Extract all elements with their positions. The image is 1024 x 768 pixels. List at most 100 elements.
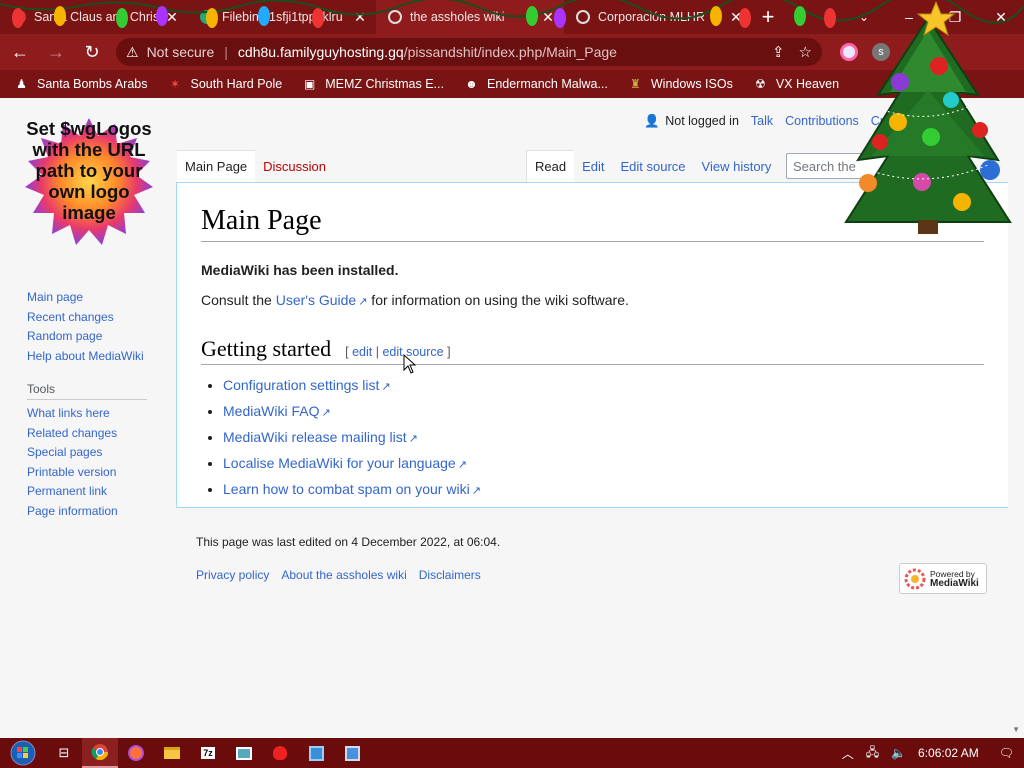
reload-button[interactable]: ↻	[76, 36, 108, 68]
talk-link[interactable]: Talk	[751, 114, 773, 129]
close-icon[interactable]: ✕	[352, 9, 368, 26]
file-explorer-taskbar-icon[interactable]	[154, 738, 190, 768]
bookmark-label: VX Heaven	[775, 77, 840, 91]
privacy-policy-link[interactable]: Privacy policy	[196, 568, 269, 582]
configuration-settings-link[interactable]: Configuration settings list	[223, 377, 379, 393]
tower-icon: ♜	[629, 77, 641, 91]
mouse-cursor-icon	[403, 354, 417, 374]
section-title: Getting started	[201, 336, 332, 361]
list-item: Localise MediaWiki for your language↗	[223, 451, 984, 477]
section-heading-row: Getting started [ edit | edit source ]	[201, 336, 984, 365]
new-tab-button[interactable]: +	[752, 0, 784, 34]
back-button[interactable]: ←	[4, 36, 36, 68]
network-icon[interactable]: 🖧	[866, 743, 879, 764]
combat-spam-link[interactable]: Learn how to combat spam on your wiki	[223, 481, 470, 497]
bookmark-star-icon[interactable]: ☆	[799, 43, 812, 61]
bookmark-vx-heaven[interactable]: ☢ VX Heaven	[753, 77, 839, 92]
sidebar-item-permanent-link[interactable]: Permanent link	[27, 482, 147, 502]
address-bar[interactable]: ⚠ Not secure | cdh8u.familyguyhosting.gq…	[116, 38, 822, 66]
7zip-taskbar-icon[interactable]: 7z	[190, 738, 226, 768]
registry-icon	[308, 745, 324, 761]
sidebar-item-recent-changes[interactable]: Recent changes	[27, 308, 147, 328]
list-item: MediaWiki FAQ↗	[223, 399, 984, 425]
about-link[interactable]: About the assholes wiki	[281, 568, 406, 582]
getting-started-list: Configuration settings list↗ MediaWiki F…	[223, 373, 984, 503]
face-icon: ☻	[465, 77, 478, 91]
sidebar-item-what-links-here[interactable]: What links here	[27, 404, 147, 424]
external-link-icon: ↗	[321, 407, 331, 419]
windows-taskbar: ⊟ 7z ︿ 🖧 🔈 6:06:02 AM 🗨	[0, 738, 1024, 768]
text: Consult the	[201, 292, 276, 308]
external-link-icon: ↗	[457, 459, 467, 471]
chrome-taskbar-icon[interactable]	[82, 738, 118, 768]
tab-edit[interactable]: Edit	[574, 150, 612, 182]
sidebar-item-help[interactable]: Help about MediaWiki	[27, 347, 147, 367]
installed-message: MediaWiki has been installed.	[201, 262, 399, 278]
volume-icon[interactable]: 🔈	[891, 746, 906, 760]
start-button[interactable]	[0, 738, 46, 768]
tab-edit-source[interactable]: Edit source	[612, 150, 693, 182]
tab-title: Corporación MLHR	[598, 10, 705, 24]
close-icon[interactable]: ✕	[728, 9, 744, 26]
bookmark-south-hard-pole[interactable]: ✶ South Hard Pole	[167, 77, 282, 92]
warning-icon[interactable]: ⚠	[126, 44, 139, 61]
last-edited-info: This page was last edited on 4 December …	[196, 535, 501, 549]
tab-santa-claus[interactable]: ★ Santa Claus and Christ ✕	[0, 0, 188, 34]
users-guide-link[interactable]: User's Guide	[276, 292, 356, 308]
omnibox-actions: ⇪ ☆	[772, 43, 812, 61]
list-item: Configuration settings list↗	[223, 373, 984, 399]
scroll-down-arrow-icon[interactable]: ▼	[1012, 725, 1020, 734]
task-view-icon[interactable]: ⊟	[46, 738, 82, 768]
tab-corporacion[interactable]: Corporación MLHR ✕	[564, 0, 752, 34]
tool-taskbar-icon[interactable]	[334, 738, 370, 768]
sidebar-item-main-page[interactable]: Main page	[27, 288, 147, 308]
notifications-icon[interactable]: 🗨	[999, 746, 1014, 760]
tab-assholes-wiki[interactable]: the assholes wiki ✕	[376, 0, 564, 34]
bookmark-label: Endermanch Malwa...	[486, 77, 608, 91]
bookmark-santa-bombs[interactable]: ♟ Santa Bombs Arabs	[14, 77, 147, 92]
powered-by-mediawiki-badge[interactable]: Powered by MediaWiki	[899, 563, 987, 594]
sidebar-item-related-changes[interactable]: Related changes	[27, 424, 147, 444]
firefox-taskbar-icon[interactable]	[118, 738, 154, 768]
seven-zip-icon: 7z	[201, 747, 215, 759]
mailing-list-link[interactable]: MediaWiki release mailing list	[223, 429, 407, 445]
logo-placeholder-text: Set $wgLogos with the URL path to your o…	[26, 118, 152, 223]
sidebar-item-special-pages[interactable]: Special pages	[27, 443, 147, 463]
bookmark-label: Santa Bombs Arabs	[37, 77, 148, 91]
list-item: Learn how to combat spam on your wiki↗	[223, 477, 984, 503]
tab-discussion[interactable]: Discussion	[255, 150, 334, 182]
bookmark-memz[interactable]: ▣ MEMZ Christmas E...	[302, 77, 444, 92]
faq-link[interactable]: MediaWiki FAQ	[223, 403, 319, 419]
disclaimers-link[interactable]: Disclaimers	[419, 568, 481, 582]
red-app-taskbar-icon[interactable]	[262, 738, 298, 768]
clock[interactable]: 6:06:02 AM	[918, 746, 979, 760]
close-icon[interactable]: ✕	[540, 9, 556, 26]
window-app-taskbar-icon[interactable]	[226, 738, 262, 768]
external-link-icon: ↗	[381, 381, 391, 393]
registry-taskbar-icon[interactable]	[298, 738, 334, 768]
tab-view-history[interactable]: View history	[694, 150, 780, 182]
tray-expand-chevron-icon[interactable]: ︿	[842, 745, 854, 762]
sidebar-item-printable-version[interactable]: Printable version	[27, 463, 147, 483]
bookmark-windows-isos[interactable]: ♜ Windows ISOs	[628, 77, 733, 92]
tab-filebin[interactable]: ↓ Filebin | 1sfji1tpp9klru ✕	[188, 0, 376, 34]
forward-button[interactable]: →	[40, 36, 72, 68]
bookmark-endermanch[interactable]: ☻ Endermanch Malwa...	[464, 77, 608, 92]
sidebar-item-page-information[interactable]: Page information	[27, 502, 147, 522]
window-icon	[236, 746, 252, 760]
security-label[interactable]: Not secure	[147, 44, 215, 60]
section-edit-link[interactable]: edit	[352, 345, 372, 359]
external-link-icon: ↗	[408, 433, 418, 445]
tab-read[interactable]: Read	[526, 150, 575, 182]
sidebar-item-random-page[interactable]: Random page	[27, 327, 147, 347]
windows-logo-icon	[10, 740, 36, 766]
url-path: /pissandshit/index.php/Main_Page	[403, 44, 617, 60]
bookmark-label: South Hard Pole	[190, 77, 283, 91]
close-icon[interactable]: ✕	[164, 9, 180, 26]
chrome-icon	[91, 744, 109, 761]
localise-link[interactable]: Localise MediaWiki for your language	[223, 455, 456, 471]
share-icon[interactable]: ⇪	[772, 43, 785, 61]
tab-main-page[interactable]: Main Page	[177, 150, 256, 182]
url-host: cdh8u.familyguyhosting.gq	[237, 44, 404, 60]
footer-links: Privacy policy About the assholes wiki D…	[196, 568, 481, 582]
